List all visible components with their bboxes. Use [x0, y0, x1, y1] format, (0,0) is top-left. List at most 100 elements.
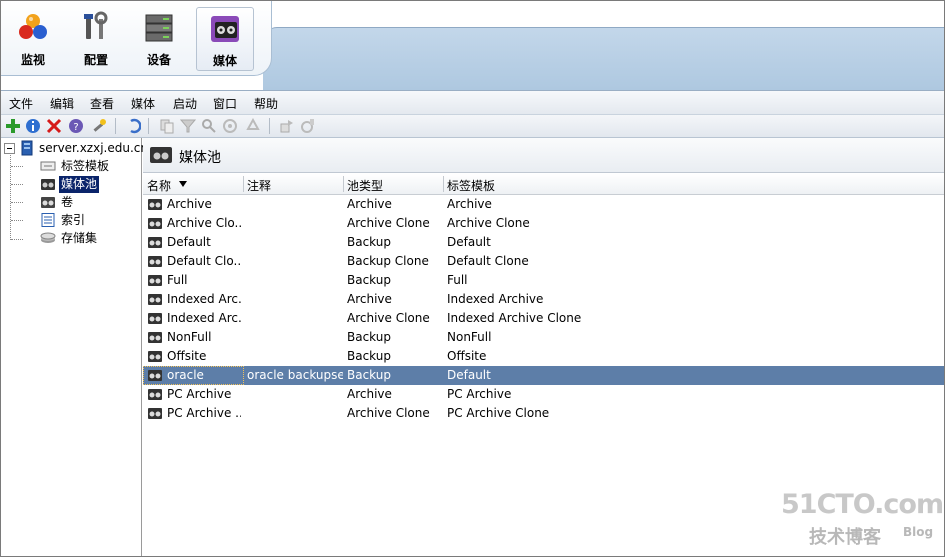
table-cell-name: Archive Clo...	[167, 216, 241, 230]
table-row[interactable]: Full Backup Full	[143, 271, 944, 290]
copy-icon[interactable]	[159, 118, 175, 134]
filter-icon[interactable]	[180, 118, 196, 134]
table-cell-name: Default	[167, 235, 211, 249]
table-row[interactable]: Default Clo... Backup Clone Default Clone	[143, 252, 944, 271]
menu-media[interactable]: 媒体	[131, 95, 155, 112]
watermark-blog: Blog	[903, 525, 934, 539]
table-row[interactable]: NonFull Backup NonFull	[143, 328, 944, 347]
table-cell-type: Backup	[347, 349, 391, 363]
nav-label: 监视	[20, 53, 45, 67]
table-row[interactable]: Archive Clo... Archive Clone Archive Clone	[143, 214, 944, 233]
table-cell-template: Archive	[447, 197, 492, 211]
table-cell-type: Backup Clone	[347, 254, 429, 268]
menu-window[interactable]: 窗口	[213, 95, 237, 112]
table-cell-type: Archive	[347, 292, 392, 306]
table-cell-name: PC Archive ...	[167, 406, 241, 420]
table-cell-template: PC Archive Clone	[447, 406, 550, 420]
delete-icon[interactable]	[46, 118, 62, 134]
sort-descending-icon[interactable]	[179, 181, 187, 187]
table-cell-name: PC Archive	[167, 387, 232, 401]
tree-line	[11, 220, 23, 221]
column-header-name[interactable]: 名称	[147, 177, 171, 194]
table-row[interactable]: PC Archive ... Archive Clone PC Archive Cl…	[143, 404, 944, 423]
table-row[interactable]: Default Backup Default	[143, 233, 944, 252]
panel-header: 媒体池	[143, 138, 944, 173]
nav-monitor-button[interactable]: 监视	[5, 7, 61, 69]
media-pool-icon	[41, 179, 55, 190]
info-icon[interactable]	[25, 118, 41, 134]
help-icon[interactable]: ?	[68, 118, 84, 134]
nav-devices-button[interactable]: 设备	[131, 7, 187, 69]
media-pool-icon	[150, 147, 172, 163]
menu-view[interactable]: 查看	[90, 95, 114, 112]
eject-icon[interactable]	[222, 118, 238, 134]
table-cell-type: Archive	[347, 197, 392, 211]
media-pool-icon	[148, 313, 162, 324]
menu-file[interactable]: 文件	[9, 95, 33, 112]
menu-edit[interactable]: 编辑	[50, 95, 74, 112]
table-header: 名称 注释 池类型 标签模板	[143, 174, 944, 195]
table-cell-template: Full	[447, 273, 468, 287]
table-cell-template: Default	[447, 368, 491, 382]
media-pool-icon	[148, 332, 162, 343]
tree-item-label: 存储集	[61, 231, 98, 245]
column-header-pool-type[interactable]: 池类型	[347, 177, 383, 194]
table-cell-type: Archive Clone	[347, 406, 430, 420]
table-cell-template: Archive Clone	[447, 216, 530, 230]
table-cell-type: Archive	[347, 387, 392, 401]
tree-item-label: 卷	[61, 195, 74, 209]
undo-icon[interactable]	[125, 118, 141, 134]
table-cell-name: Indexed Arc...	[167, 292, 241, 306]
table-cell-type: Backup	[347, 368, 391, 382]
storage-set-icon	[40, 232, 56, 243]
column-divider[interactable]	[243, 176, 244, 192]
search-icon[interactable]	[201, 118, 217, 134]
table-cell-name: Default Clo...	[167, 254, 241, 268]
tree-item-label: 媒体池	[59, 176, 100, 193]
column-header-label-template[interactable]: 标签模板	[447, 177, 495, 194]
menu-help[interactable]: 帮助	[254, 95, 278, 112]
table-cell-template: Default	[447, 235, 491, 249]
tree-line	[11, 184, 23, 185]
table-cell-template: PC Archive	[447, 387, 512, 401]
tree-line	[11, 202, 23, 203]
index-icon	[41, 213, 55, 227]
nav-label: 设备	[146, 53, 171, 67]
table-row[interactable]: Indexed Arc... Archive Indexed Archive	[143, 290, 944, 309]
table-cell-template: Default Clone	[447, 254, 529, 268]
column-header-comment[interactable]: 注释	[247, 177, 271, 194]
menu-start[interactable]: 启动	[173, 95, 197, 112]
table-row[interactable]: PC Archive Archive PC Archive	[143, 385, 944, 404]
table-cell-template: Offsite	[447, 349, 487, 363]
add-icon[interactable]	[5, 118, 21, 134]
move-icon[interactable]	[279, 118, 295, 134]
nav-configure-button[interactable]: 配置	[68, 7, 124, 69]
column-divider[interactable]	[443, 176, 444, 192]
table-row[interactable]: oracle oracle backupset Backup Default	[143, 366, 944, 385]
watermark-subtitle: 技术博客	[809, 527, 881, 548]
watermark-brand: 51CTO.com	[781, 489, 944, 520]
media-pool-icon	[148, 408, 162, 419]
properties-icon[interactable]	[300, 118, 316, 134]
table-row[interactable]: Offsite Backup Offsite	[143, 347, 944, 366]
tree-item-label: 标签模板	[61, 159, 110, 173]
panel-title: 媒体池	[179, 150, 221, 166]
table-row[interactable]: Archive Archive Archive	[143, 195, 944, 214]
wizard-icon[interactable]	[91, 118, 107, 134]
collapse-icon[interactable]	[4, 143, 15, 154]
media-pool-icon	[148, 199, 162, 210]
table-cell-type: Backup	[347, 330, 391, 344]
svg-text:?: ?	[73, 122, 78, 133]
table-row[interactable]: Indexed Arc... Archive Clone Indexed Archi…	[143, 309, 944, 328]
media-pool-icon	[148, 370, 162, 381]
toolbar-separator	[148, 118, 149, 134]
label-template-icon	[40, 161, 56, 171]
nav-media-button[interactable]: 媒体	[196, 7, 254, 71]
media-pool-icon	[148, 218, 162, 229]
watermark: 51CTO.com 技术博客 Blog	[781, 489, 944, 549]
table-cell-name: Indexed Arc...	[167, 311, 241, 325]
media-pool-icon	[148, 237, 162, 248]
column-divider[interactable]	[343, 176, 344, 192]
recycle-icon[interactable]	[245, 118, 261, 134]
tree-root-label: server.xzxj.edu.cn	[39, 141, 148, 155]
